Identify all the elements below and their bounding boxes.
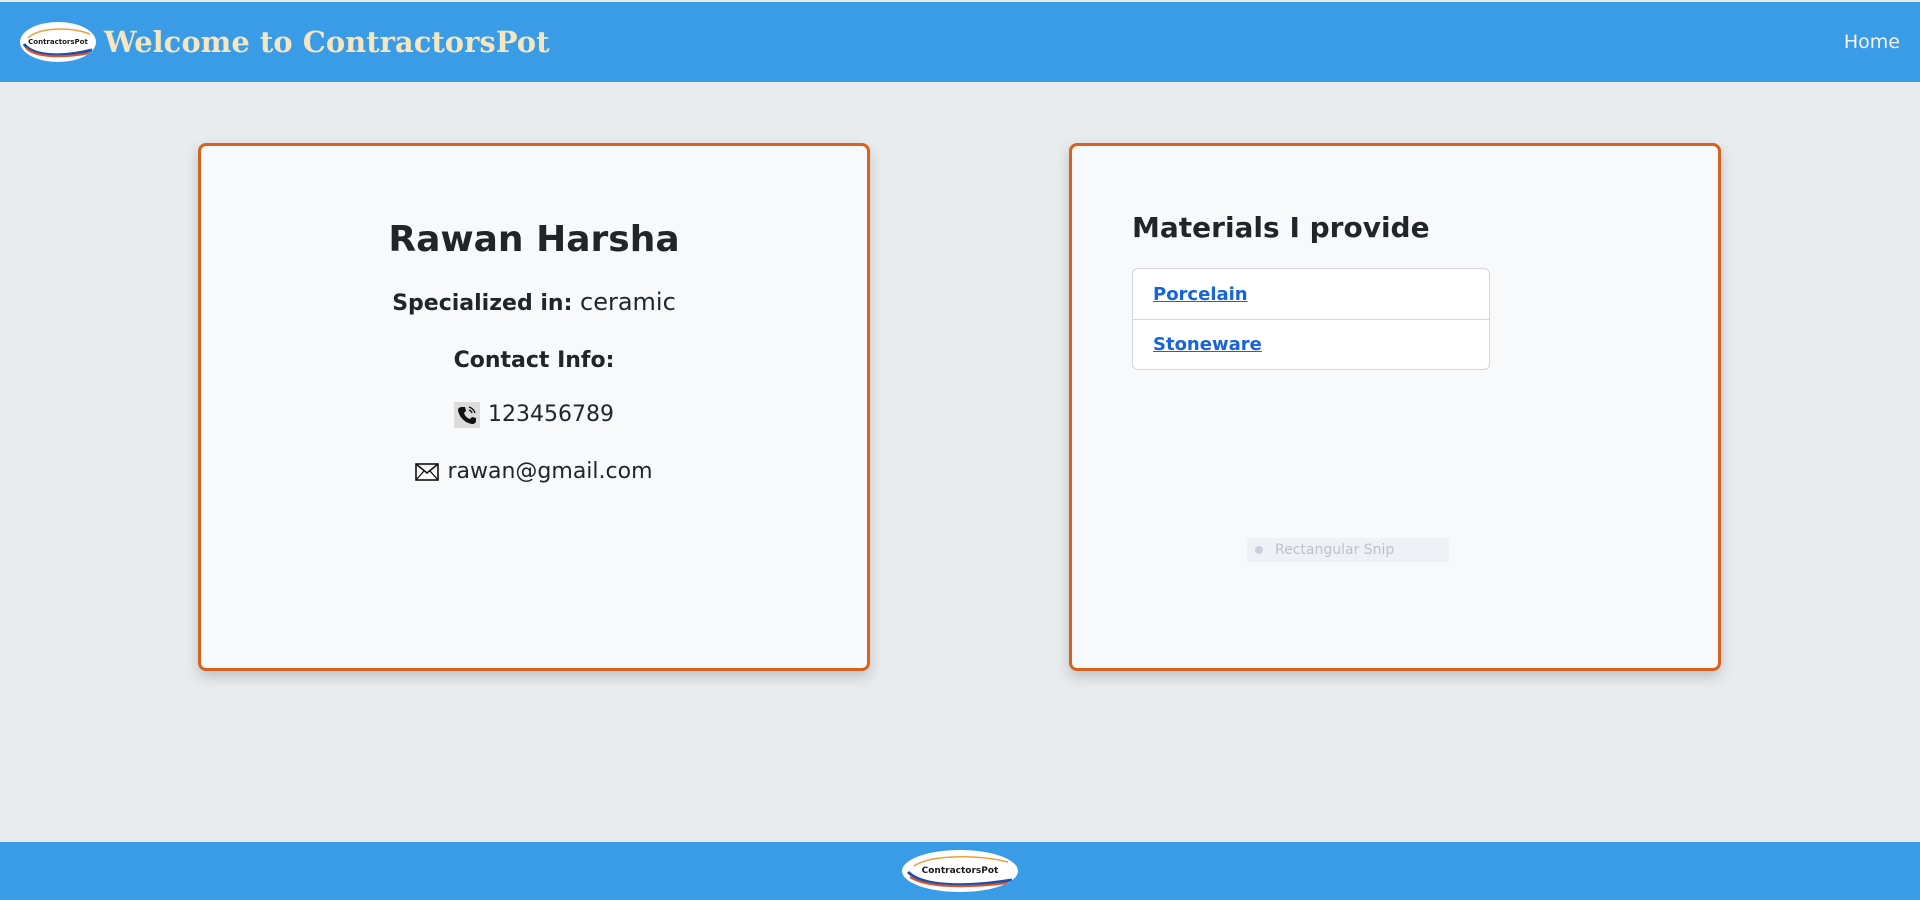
material-item-porcelain[interactable]: Porcelain bbox=[1133, 269, 1489, 319]
footer-logo[interactable]: ContractorsPot bbox=[902, 850, 1018, 892]
contact-info-heading: Contact Info: bbox=[453, 348, 615, 373]
footer: ContractorsPot bbox=[0, 842, 1920, 900]
footer-logo-text: ContractorsPot bbox=[921, 866, 999, 876]
materials-body: Materials I provide Porcelain Stoneware bbox=[1072, 146, 1718, 370]
snip-label: Rectangular Snip bbox=[1275, 542, 1395, 558]
materials-list: Porcelain Stoneware bbox=[1132, 268, 1490, 370]
material-item-stoneware[interactable]: Stoneware bbox=[1133, 319, 1489, 369]
nav-home-link[interactable]: Home bbox=[1844, 31, 1900, 53]
rectangular-snip-overlay: Rectangular Snip bbox=[1247, 538, 1449, 562]
specialized-value: ceramic bbox=[580, 288, 676, 316]
contractor-profile-card: Rawan Harsha Specialized in: ceramic Con… bbox=[198, 143, 870, 671]
materials-title: Materials I provide bbox=[1132, 211, 1430, 244]
logo-text: ContractorsPot bbox=[28, 38, 88, 46]
top-navbar: ContractorsPot Welcome to ContractorsPot… bbox=[0, 2, 1920, 82]
phone-icon bbox=[454, 402, 480, 428]
phone-row: 123456789 bbox=[201, 400, 867, 430]
contractor-name: Rawan Harsha bbox=[388, 219, 680, 260]
snip-dot-icon bbox=[1255, 546, 1263, 554]
site-title[interactable]: Welcome to ContractorsPot bbox=[104, 25, 549, 59]
brand[interactable]: ContractorsPot Welcome to ContractorsPot bbox=[20, 22, 549, 62]
specialized-label: Specialized in: bbox=[392, 291, 573, 316]
email-row: rawan@gmail.com bbox=[201, 457, 867, 487]
mail-icon bbox=[415, 462, 440, 482]
logo[interactable]: ContractorsPot bbox=[20, 22, 96, 62]
profile-body: Rawan Harsha Specialized in: ceramic Con… bbox=[201, 146, 867, 487]
specialization: Specialized in: ceramic bbox=[201, 286, 867, 320]
email-address: rawan@gmail.com bbox=[447, 459, 653, 484]
phone-number: 123456789 bbox=[488, 402, 614, 427]
materials-card: Materials I provide Porcelain Stoneware … bbox=[1069, 143, 1721, 671]
